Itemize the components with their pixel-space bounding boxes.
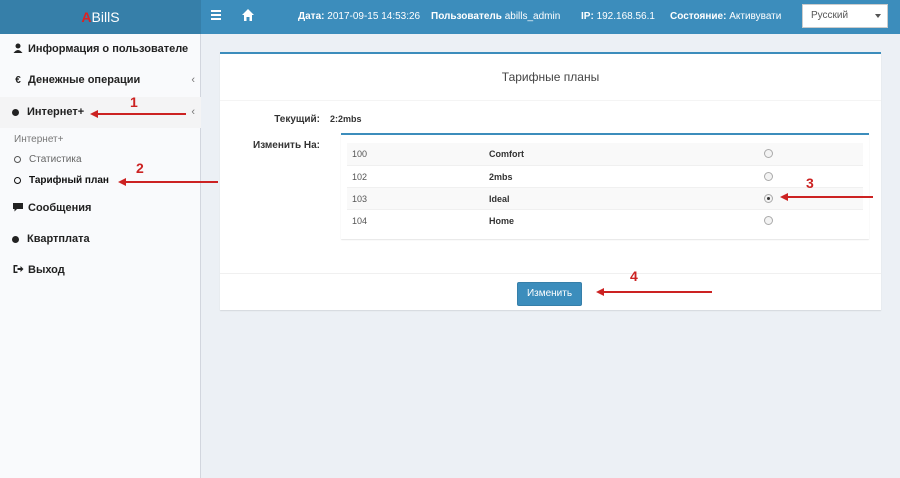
message-icon [13, 203, 23, 212]
euro-icon: € [15, 75, 21, 86]
plan-id: 100 [352, 149, 368, 159]
ip-value: 192.168.56.1 [596, 11, 655, 22]
plan-name: Home [489, 216, 515, 226]
table-row[interactable]: 100 Comfort [347, 143, 863, 165]
sidebar: Информация о пользователе € Денежные опер… [0, 34, 201, 478]
sidebar-item-label: Сообщения [28, 202, 92, 214]
date-info: Дата: 2017-09-15 14:53:26 [298, 0, 420, 34]
date-value: 2017-09-15 14:53:26 [327, 11, 421, 22]
table-row[interactable]: 102 2mbs [347, 165, 863, 187]
language-value: Русский [811, 10, 849, 21]
sidebar-item-label: Квартплата [27, 233, 90, 245]
language-select[interactable]: Русский [802, 4, 888, 28]
sidebar-item-internet[interactable]: Интернет+ ‹ [0, 97, 201, 128]
ip-label: IP: [581, 11, 594, 22]
app-logo[interactable]: ABillS [0, 0, 201, 34]
annotation-number: 3 [806, 175, 814, 191]
circle-icon [12, 235, 19, 243]
state-label: Состояние: [670, 11, 727, 22]
state-value: Активувати [729, 11, 782, 22]
sidebar-item-label: Выход [28, 264, 65, 276]
annotation-number: 1 [130, 94, 138, 110]
submenu-item-label: Статистика [29, 154, 82, 165]
plan-name: Ideal [489, 194, 510, 204]
state-info: Состояние: Активувати [670, 0, 781, 34]
sidebar-item-label: Интернет+ [27, 106, 85, 118]
user-icon [13, 43, 23, 53]
page-title: Тарифные планы [220, 54, 881, 101]
plan-name: 2mbs [489, 172, 513, 182]
sidebar-item-label: Информация о пользователе [28, 43, 189, 55]
plan-id: 103 [352, 194, 368, 204]
submenu-title: Интернет+ [14, 134, 64, 145]
chevron-left-icon: ‹ [191, 106, 195, 118]
chevron-down-icon [875, 14, 881, 18]
submenu-item-statistics[interactable]: Статистика [14, 154, 82, 165]
date-label: Дата: [298, 11, 325, 22]
sidebar-item-label: Денежные операции [28, 74, 141, 86]
box-footer-divider [220, 273, 881, 274]
annotation-number: 2 [136, 160, 144, 176]
hamburger-menu-icon[interactable] [211, 10, 221, 22]
submenu-item-label: Тарифный план [29, 175, 109, 186]
user-label: Пользователь [431, 11, 502, 22]
sidebar-item-money[interactable]: € Денежные операции ‹ [0, 65, 201, 96]
plans-table: 100 Comfort 102 2mbs 103 Ideal 104 Home [341, 133, 869, 239]
sidebar-item-rent[interactable]: Квартплата [0, 224, 201, 255]
sidebar-item-messages[interactable]: Сообщения [0, 193, 201, 224]
current-value: 2:2mbs [330, 114, 362, 124]
plan-name: Comfort [489, 149, 524, 159]
change-label: Изменить На: [253, 140, 320, 151]
table-row[interactable]: 104 Home [347, 209, 863, 231]
current-label: Текущий: [274, 114, 320, 125]
logo-text: BillS [91, 9, 120, 25]
plan-radio[interactable] [764, 172, 773, 181]
tariff-plans-box: Тарифные планы Текущий: 2:2mbs Изменить … [220, 52, 881, 310]
submenu-item-tariff-plan[interactable]: Тарифный план [14, 175, 109, 186]
sidebar-item-logout[interactable]: Выход [0, 255, 201, 286]
circle-outline-icon [14, 176, 21, 184]
user-info: Пользователь abills_admin [431, 0, 560, 34]
logo-prefix: A [81, 9, 92, 25]
user-value: abills_admin [504, 11, 561, 22]
table-row[interactable]: 103 Ideal [347, 187, 863, 209]
ip-info: IP: 192.168.56.1 [581, 0, 655, 34]
circle-icon [12, 108, 19, 116]
plan-id: 102 [352, 172, 368, 182]
change-button[interactable]: Изменить [517, 282, 582, 306]
sidebar-item-user-info[interactable]: Информация о пользователе [0, 34, 201, 65]
circle-outline-icon [14, 155, 21, 163]
home-icon[interactable] [241, 8, 255, 22]
top-header: ABillS Дата: 2017-09-15 14:53:26 Пользов… [0, 0, 900, 34]
plan-id: 104 [352, 216, 368, 226]
plan-radio-selected[interactable] [764, 194, 773, 203]
logout-icon [13, 265, 24, 273]
plan-radio[interactable] [764, 149, 773, 158]
chevron-left-icon: ‹ [191, 74, 195, 86]
annotation-number: 4 [630, 268, 638, 284]
plan-radio[interactable] [764, 216, 773, 225]
